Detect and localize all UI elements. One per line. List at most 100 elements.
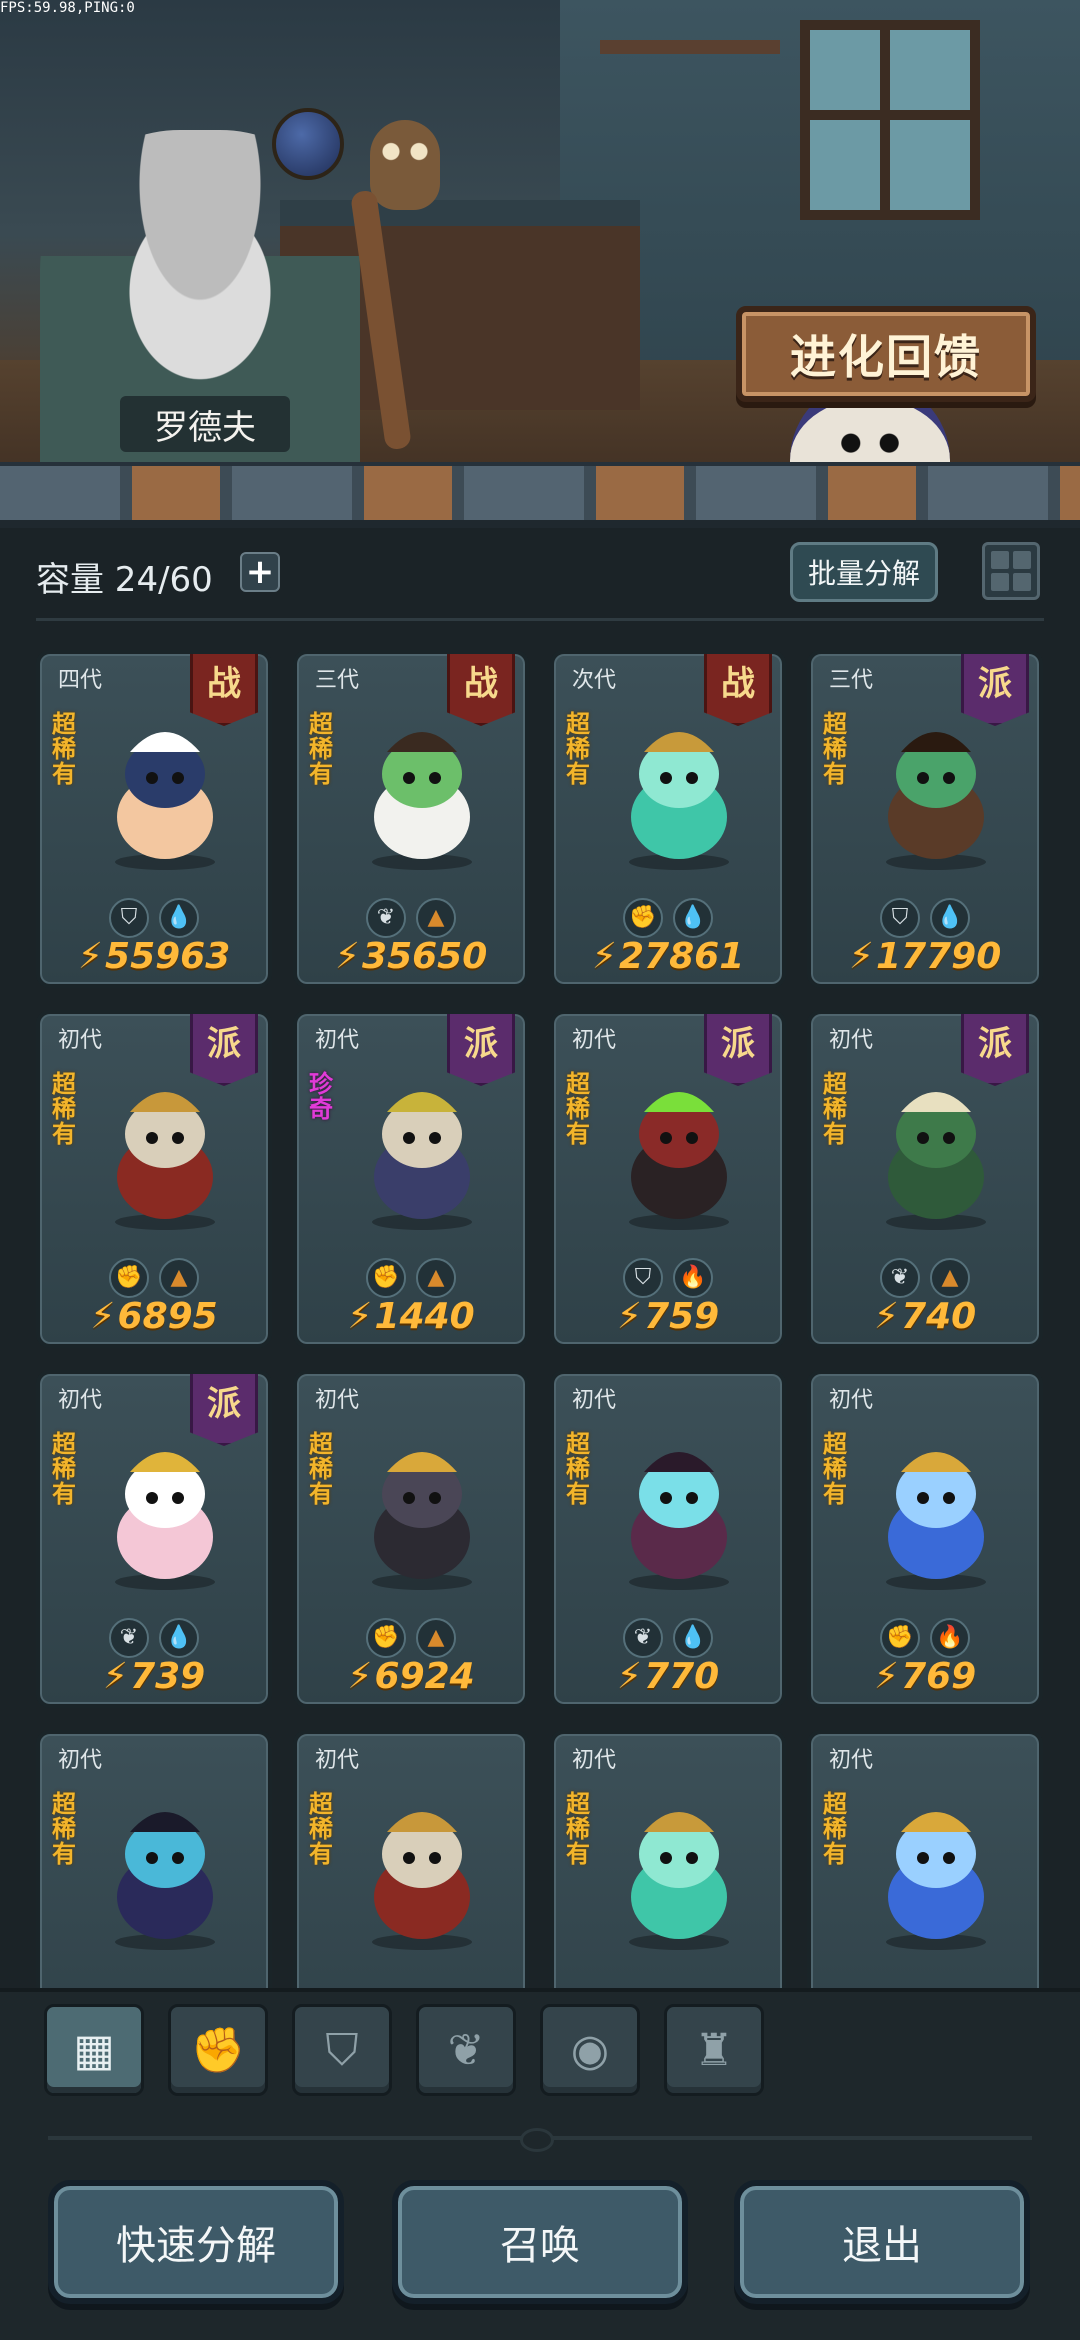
shield-icon: ⛉	[109, 898, 149, 938]
rarity-label: 超稀有	[52, 1070, 76, 1148]
rarity-label: 超稀有	[566, 1430, 590, 1508]
fire-icon: 🔥	[673, 1258, 713, 1298]
power-number: 1440	[374, 1296, 475, 1337]
power-value: ⚡35650	[297, 936, 525, 977]
pet-card-grid: 四代战超稀有 ⛉ 💧 ⚡55963 三代战超稀有 ❦ ▲ ⚡35650 次代战超稀有 ✊ 💧 ⚡…	[36, 650, 1044, 1988]
water-spirit-sprite	[604, 1792, 754, 1952]
generation-label: 次代	[572, 668, 617, 693]
filter-tab-all[interactable]: ▦	[44, 2004, 144, 2096]
fist-icon: ✊	[190, 2025, 246, 2076]
earth-icon: ▲	[416, 1618, 456, 1658]
pet-card[interactable]: 初代派超稀有 ❦ ▲ ⚡740	[807, 1010, 1043, 1348]
generation-label: 初代	[315, 1388, 360, 1413]
power-value: ⚡770	[554, 1656, 782, 1697]
generation-label: 三代	[315, 668, 360, 693]
power-icon: ⚡	[616, 1296, 643, 1337]
element-icons: ❦ ▲	[297, 898, 525, 938]
power-number: 55963	[105, 936, 231, 977]
batch-decompose-button[interactable]: 批量分解	[790, 542, 938, 602]
dark-fairy-sprite	[90, 1792, 240, 1952]
power-value: ⚡55963	[40, 936, 268, 977]
element-icons: ✊ ▲	[40, 1258, 268, 1298]
pet-card[interactable]: 初代 超稀有	[36, 1730, 272, 1988]
generation-label: 初代	[58, 1028, 103, 1053]
rarity-label: 超稀有	[823, 1790, 847, 1868]
power-icon: ⚡	[591, 936, 618, 977]
filter-tabs: ▦ ✊ ⛉ ❦ ◉ ♜	[44, 2004, 764, 2096]
mushroom-wizard-sprite	[347, 1072, 497, 1232]
grid-view-icon[interactable]	[982, 542, 1040, 600]
fox-girl-sprite	[90, 712, 240, 872]
element-icons: ✊ 🔥	[811, 1618, 1039, 1658]
scene-window	[800, 20, 980, 220]
rarity-label: 超稀有	[309, 1790, 333, 1868]
evolve-feedback-button[interactable]: 进化回馈	[736, 306, 1036, 402]
power-icon: ⚡	[873, 1656, 900, 1697]
power-value: ⚡6924	[297, 1656, 525, 1697]
pet-card[interactable]: 初代 超稀有	[293, 1730, 529, 1988]
shield-icon: ⛉	[623, 1258, 663, 1298]
element-icons: ⛉ 🔥	[554, 1258, 782, 1298]
pet-card[interactable]: 初代 超稀有 ❦ 💧 ⚡770	[550, 1370, 786, 1708]
exit-button[interactable]: 退出	[734, 2180, 1030, 2304]
power-value: ⚡1440	[297, 1296, 525, 1337]
filter-tab-leaf[interactable]: ❦	[416, 2004, 516, 2096]
summon-button[interactable]: 召唤	[392, 2180, 688, 2304]
generation-label: 初代	[572, 1388, 617, 1413]
leaf-icon: ❦	[880, 1258, 920, 1298]
fire-icon: 🔥	[930, 1618, 970, 1658]
pet-card[interactable]: 三代派超稀有 ⛉ 💧 ⚡17790	[807, 650, 1043, 988]
earth-icon: ▲	[416, 1258, 456, 1298]
element-icons: ⛉ 💧	[40, 898, 268, 938]
power-number: 17790	[876, 936, 1002, 977]
rarity-label: 超稀有	[823, 1430, 847, 1508]
capacity-label: 容量 24/60	[36, 560, 213, 600]
pet-card[interactable]: 初代派超稀有 ⛉ 🔥 ⚡759	[550, 1010, 786, 1348]
black-wolf-sprite	[347, 1432, 497, 1592]
pet-card[interactable]: 初代派珍奇 ✊ ▲ ⚡1440	[293, 1010, 529, 1348]
quick-decompose-button[interactable]: 快速分解	[48, 2180, 344, 2304]
generation-label: 初代	[829, 1748, 874, 1773]
power-icon: ⚡	[347, 1656, 373, 1697]
filter-tab-tower[interactable]: ♜	[664, 2004, 764, 2096]
rarity-label: 超稀有	[566, 710, 590, 788]
pet-card[interactable]: 四代战超稀有 ⛉ 💧 ⚡55963	[36, 650, 272, 988]
filter-tab-orb[interactable]: ◉	[540, 2004, 640, 2096]
pet-card[interactable]: 次代战超稀有 ✊ 💧 ⚡27861	[550, 650, 786, 988]
dark-boar-sprite	[604, 1072, 754, 1232]
blocks-icon: ▦	[73, 2024, 115, 2076]
pet-card[interactable]: 初代 超稀有	[550, 1730, 786, 1988]
generation-label: 初代	[829, 1028, 874, 1053]
scene-shelf	[600, 40, 780, 54]
filter-tab-shield[interactable]: ⛉	[292, 2004, 392, 2096]
power-number: 769	[901, 1656, 977, 1697]
expand-capacity-button[interactable]: +	[240, 552, 280, 592]
pet-card[interactable]: 初代超稀有 ✊ 🔥 ⚡769	[807, 1370, 1043, 1708]
leaf-icon: ❦	[109, 1618, 149, 1658]
water-icon: 💧	[673, 1618, 713, 1658]
power-icon: ⚡	[77, 936, 104, 977]
pet-card[interactable]: 初代超稀有	[807, 1730, 1043, 1988]
fps-counter: FPS:59.98,PING:0	[0, 0, 135, 16]
water-icon: 💧	[159, 898, 199, 938]
power-number: 35650	[362, 936, 488, 977]
power-value: ⚡759	[554, 1296, 782, 1337]
panel-divider	[48, 2128, 1032, 2152]
rarity-label: 超稀有	[52, 1430, 76, 1508]
element-icons: ❦ ▲	[811, 1258, 1039, 1298]
pet-card[interactable]: 初代 超稀有 ✊ ▲ ⚡6924	[293, 1370, 529, 1708]
stone-divider	[0, 462, 1080, 528]
generation-label: 初代	[829, 1388, 874, 1413]
pet-card[interactable]: 三代战超稀有 ❦ ▲ ⚡35650	[293, 650, 529, 988]
fist-icon: ✊	[623, 898, 663, 938]
power-number: 759	[644, 1296, 720, 1337]
tower-icon: ♜	[694, 2024, 734, 2076]
rarity-label: 超稀有	[52, 710, 76, 788]
element-icons: ❦ 💧	[40, 1618, 268, 1658]
power-value: ⚡17790	[811, 936, 1039, 977]
power-icon: ⚡	[102, 1656, 129, 1697]
pet-card[interactable]: 初代派超稀有 ❦ 💧 ⚡739	[36, 1370, 272, 1708]
filter-tab-fist[interactable]: ✊	[168, 2004, 268, 2096]
earth-icon: ▲	[416, 898, 456, 938]
pet-card[interactable]: 初代派超稀有 ✊ ▲ ⚡6895	[36, 1010, 272, 1348]
